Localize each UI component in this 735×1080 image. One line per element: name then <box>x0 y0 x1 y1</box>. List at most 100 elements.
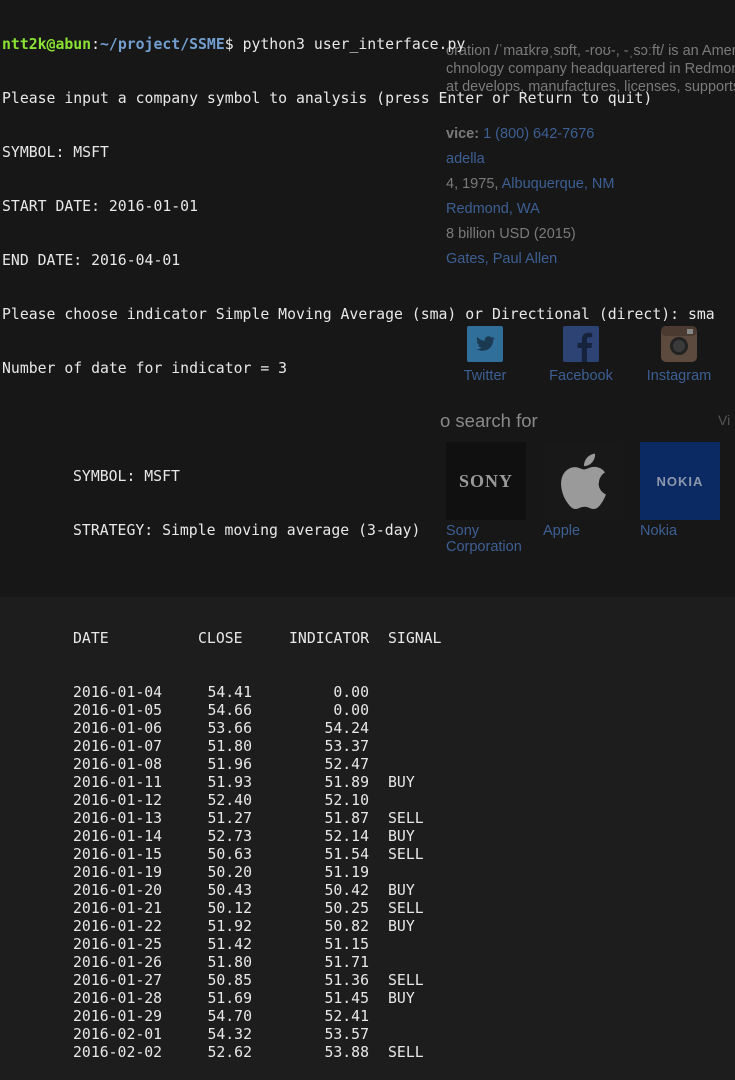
cell-close: 51.42 <box>207 936 252 953</box>
cell-indicator: 0.00 <box>333 702 369 719</box>
cell-close: 51.80 <box>207 738 252 755</box>
table-row: 2016-01-11 51.93 51.89 BUY <box>0 774 735 792</box>
cell-close: 54.70 <box>207 1008 252 1025</box>
cell-date: 2016-01-25 <box>73 936 163 953</box>
cell-date: 2016-01-14 <box>73 828 163 845</box>
cell-close: 50.63 <box>207 846 252 863</box>
cell-signal: BUY <box>388 828 415 845</box>
table-row: 2016-01-22 51.92 50.82 BUY <box>0 918 735 936</box>
table-row: 2016-01-28 51.69 51.45 BUY <box>0 990 735 1008</box>
cell-date: 2016-01-04 <box>73 684 163 701</box>
cell-indicator: 53.57 <box>324 1026 369 1043</box>
cell-date: 2016-01-12 <box>73 792 163 809</box>
cell-signal: SELL <box>388 900 424 917</box>
cell-indicator: 52.10 <box>324 792 369 809</box>
cell-date: 2016-01-20 <box>73 882 163 899</box>
cell-signal: SELL <box>388 1044 424 1061</box>
cell-date: 2016-01-19 <box>73 864 163 881</box>
cell-date: 2016-02-01 <box>73 1026 163 1043</box>
prompt-path: ~/project/SSME <box>100 36 225 53</box>
report-strategy: STRATEGY: Simple moving average (3-day) <box>73 522 421 539</box>
cell-date: 2016-01-22 <box>73 918 163 935</box>
cell-close: 51.93 <box>207 774 252 791</box>
cell-date: 2016-01-21 <box>73 900 163 917</box>
cell-close: 51.92 <box>207 918 252 935</box>
table-row: 2016-01-06 53.66 54.24 <box>0 720 735 738</box>
header-signal: SIGNAL <box>388 630 442 647</box>
cell-close: 51.69 <box>207 990 252 1007</box>
report-header-row: DATE CLOSE INDICATOR SIGNAL <box>0 630 735 648</box>
cell-date: 2016-01-15 <box>73 846 163 863</box>
cell-indicator: 51.87 <box>324 810 369 827</box>
cell-close: 52.73 <box>207 828 252 845</box>
table-row: 2016-01-26 51.80 51.71 <box>0 954 735 972</box>
report-table-body: 2016-01-04 54.41 0.00 2016-01-05 54.66 0.00 20… <box>0 684 735 1062</box>
table-row: 2016-01-29 54.70 52.41 <box>0 1008 735 1026</box>
table-row: 2016-01-12 52.40 52.10 <box>0 792 735 810</box>
prompt-user-host: ntt2k@abun <box>2 36 92 53</box>
table-row: 2016-01-25 51.42 51.15 <box>0 936 735 954</box>
cell-close: 50.20 <box>207 864 252 881</box>
output-line: Please choose indicator Simple Moving Av… <box>2 306 715 323</box>
cell-signal: BUY <box>388 882 415 899</box>
cell-close: 50.43 <box>207 882 252 899</box>
cell-indicator: 54.24 <box>324 720 369 737</box>
cell-indicator: 51.54 <box>324 846 369 863</box>
cell-close: 51.80 <box>207 954 252 971</box>
cell-close: 53.66 <box>207 720 252 737</box>
cell-indicator: 51.36 <box>324 972 369 989</box>
cell-signal: SELL <box>388 972 424 989</box>
cell-close: 50.85 <box>207 972 252 989</box>
prompt-separator: : <box>91 36 101 53</box>
report-symbol: SYMBOL: MSFT <box>73 468 180 485</box>
cell-date: 2016-01-28 <box>73 990 163 1007</box>
cell-indicator: 52.41 <box>324 1008 369 1025</box>
cell-indicator: 53.37 <box>324 738 369 755</box>
cell-close: 50.12 <box>207 900 252 917</box>
cell-date: 2016-01-27 <box>73 972 163 989</box>
output-line: SYMBOL: MSFT <box>2 144 109 161</box>
cell-date: 2016-02-02 <box>73 1044 163 1061</box>
prompt-command: python3 user_interface.py <box>233 36 466 53</box>
header-date: DATE <box>73 630 109 647</box>
cell-indicator: 51.45 <box>324 990 369 1007</box>
table-row: 2016-01-05 54.66 0.00 <box>0 702 735 720</box>
cell-signal: BUY <box>388 774 415 791</box>
cell-close: 54.66 <box>207 702 252 719</box>
cell-date: 2016-01-07 <box>73 738 163 755</box>
header-indicator: INDICATOR <box>289 630 370 647</box>
cell-signal: BUY <box>388 918 415 935</box>
prompt-symbol: $ <box>224 36 234 53</box>
cell-close: 54.32 <box>207 1026 252 1043</box>
table-row: 2016-02-01 54.32 53.57 <box>0 1026 735 1044</box>
cell-close: 54.41 <box>207 684 252 701</box>
table-row: 2016-01-15 50.63 51.54 SELL <box>0 846 735 864</box>
cell-indicator: 0.00 <box>333 684 369 701</box>
table-row: 2016-01-21 50.12 50.25 SELL <box>0 900 735 918</box>
cell-indicator: 51.19 <box>324 864 369 881</box>
terminal-window[interactable]: ntt2k@abun:~/project/SSME$ python3 user_… <box>0 0 735 1061</box>
header-close: CLOSE <box>198 630 243 647</box>
table-row: 2016-01-14 52.73 52.14 BUY <box>0 828 735 846</box>
table-row: 2016-01-08 51.96 52.47 <box>0 756 735 774</box>
output-line: Please input a company symbol to analysi… <box>2 90 653 107</box>
cell-indicator: 53.88 <box>324 1044 369 1061</box>
table-row: 2016-01-13 51.27 51.87 SELL <box>0 810 735 828</box>
cell-date: 2016-01-26 <box>73 954 163 971</box>
table-row: 2016-01-07 51.80 53.37 <box>0 738 735 756</box>
table-row: 2016-01-27 50.85 51.36 SELL <box>0 972 735 990</box>
cell-date: 2016-01-08 <box>73 756 163 773</box>
cell-date: 2016-01-29 <box>73 1008 163 1025</box>
cell-signal: BUY <box>388 990 415 1007</box>
cell-close: 51.96 <box>207 756 252 773</box>
table-row: 2016-01-19 50.20 51.19 <box>0 864 735 882</box>
cell-indicator: 52.14 <box>324 828 369 845</box>
output-line: START DATE: 2016-01-01 <box>2 198 198 215</box>
table-row: 2016-02-02 52.62 53.88 SELL <box>0 1044 735 1062</box>
table-row: 2016-01-04 54.41 0.00 <box>0 684 735 702</box>
output-line: Number of date for indicator = 3 <box>2 360 288 377</box>
cell-close: 52.62 <box>207 1044 252 1061</box>
cell-indicator: 50.42 <box>324 882 369 899</box>
